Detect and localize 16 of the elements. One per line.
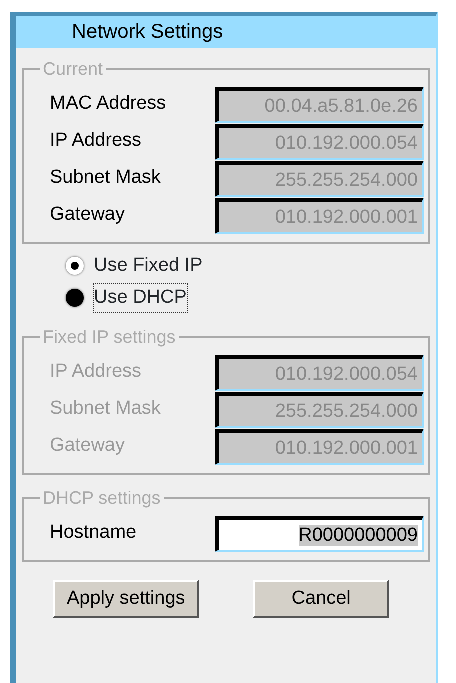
field-label: IP Address	[50, 129, 143, 154]
field-label: Gateway	[50, 434, 126, 458]
field-label: Gateway	[50, 203, 126, 228]
radio-label[interactable]: Use DHCP	[94, 284, 187, 312]
field-label: MAC Address	[50, 92, 168, 116]
field-label: IP Address	[50, 360, 143, 384]
cancel-button[interactable]: Cancel	[253, 580, 390, 618]
window-title: Network Settings	[16, 16, 436, 48]
input-field[interactable]: R0000000009	[215, 516, 424, 552]
field-label: Subnet Mask	[50, 166, 162, 190]
field-label: Subnet Mask	[50, 397, 162, 422]
apply-button[interactable]: Apply settings	[53, 580, 200, 618]
field-label: Hostname	[50, 521, 138, 546]
radio-button[interactable]	[66, 257, 84, 275]
radio-button[interactable]	[66, 289, 84, 307]
radio-label[interactable]: Use Fixed IP	[94, 252, 203, 280]
